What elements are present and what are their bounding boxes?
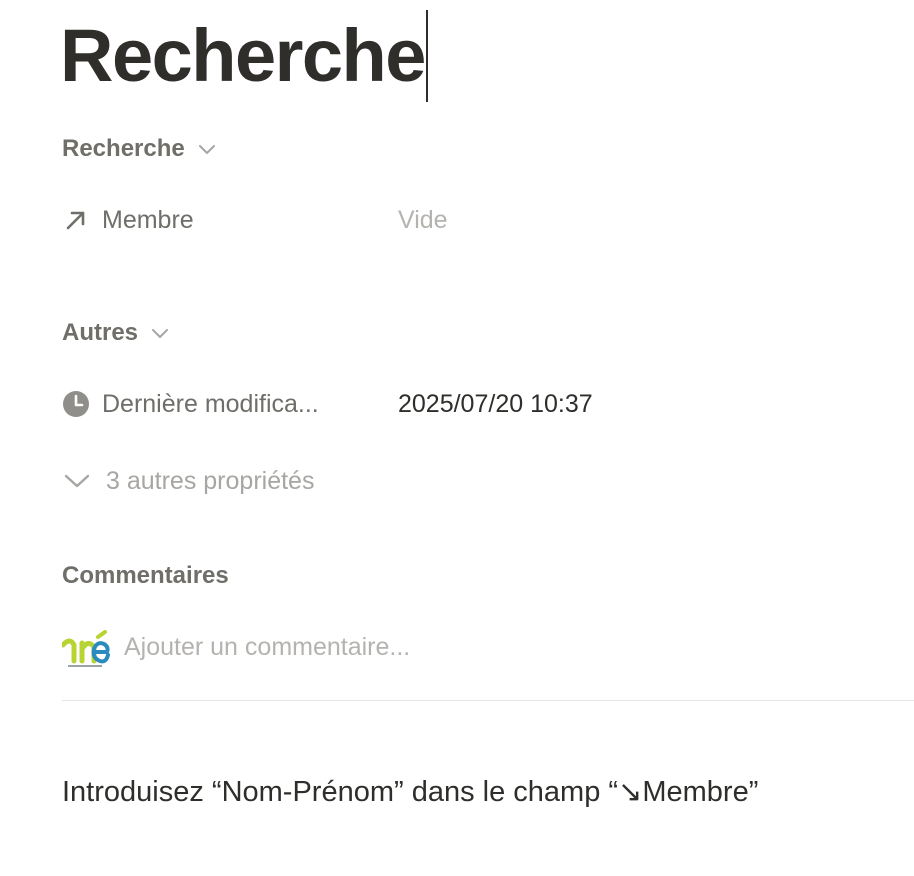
arrow-up-right-icon bbox=[62, 206, 90, 234]
property-value-derniere-modification: 2025/07/20 10:37 bbox=[398, 389, 593, 418]
section-label: Autres bbox=[62, 319, 139, 346]
text-cursor bbox=[425, 10, 428, 102]
section-header-autres[interactable]: Autres bbox=[62, 319, 170, 347]
comments-label: Commentaires bbox=[62, 562, 229, 589]
more-properties-toggle[interactable]: 3 autres propriétés bbox=[62, 463, 314, 499]
page: Recherche Recherche Membre Vide Autres D… bbox=[0, 0, 914, 876]
more-properties-label: 3 autres propriétés bbox=[106, 466, 315, 495]
section-header-recherche[interactable]: Recherche bbox=[62, 135, 217, 163]
comment-input[interactable] bbox=[124, 632, 824, 662]
instruction-text[interactable]: Introduisez “Nom-Prénom” dans le champ “… bbox=[62, 774, 758, 809]
property-label: Dernière modifica... bbox=[102, 389, 319, 418]
comments-header: Commentaires bbox=[62, 562, 229, 590]
page-title-container[interactable]: Recherche bbox=[60, 10, 428, 102]
divider bbox=[62, 700, 914, 701]
clock-icon bbox=[62, 390, 90, 418]
property-membre[interactable]: Membre bbox=[62, 202, 194, 238]
property-derniere-modification[interactable]: Dernière modifica... bbox=[62, 386, 319, 422]
chevron-down-icon bbox=[62, 471, 92, 491]
avatar bbox=[62, 625, 110, 669]
chevron-down-icon bbox=[150, 326, 170, 340]
comment-row[interactable] bbox=[62, 624, 824, 670]
page-title[interactable]: Recherche bbox=[60, 19, 426, 93]
property-value-membre[interactable]: Vide bbox=[398, 202, 448, 238]
property-label: Membre bbox=[102, 205, 194, 234]
section-label: Recherche bbox=[62, 135, 185, 162]
chevron-down-icon bbox=[197, 142, 217, 156]
